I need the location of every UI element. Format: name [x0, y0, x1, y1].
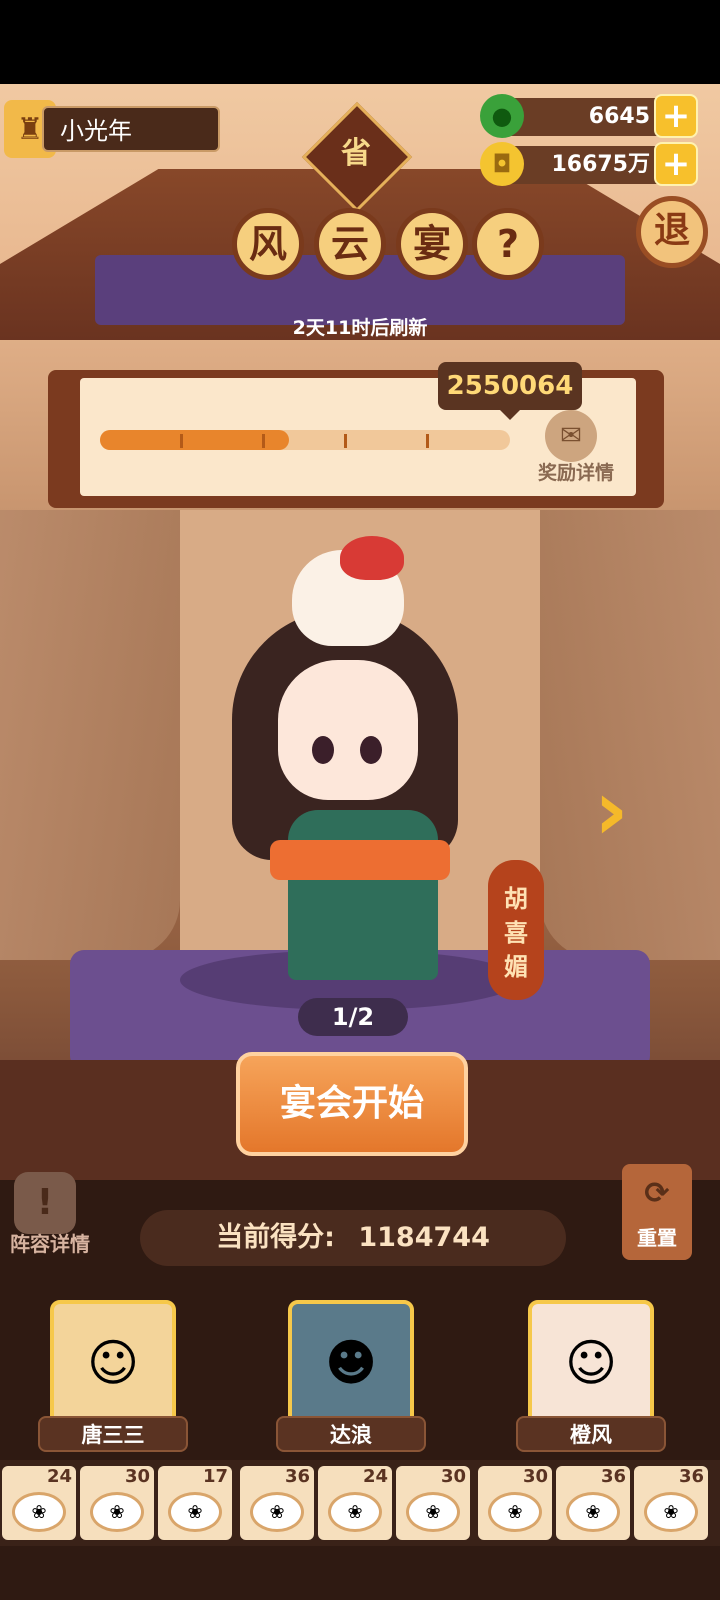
dish-count: 30	[522, 1466, 548, 1487]
current-score: 当前得分: 1184744	[140, 1210, 566, 1266]
refresh-icon[interactable]: ⟳	[622, 1176, 692, 1216]
dish-item[interactable]: 36 ❀	[634, 1466, 708, 1540]
dish-count: 30	[440, 1466, 466, 1487]
dish-icon: ❀	[250, 1492, 304, 1532]
progress-tick	[180, 434, 183, 448]
dish-icon: ❀	[12, 1492, 66, 1532]
character-name-tag: 胡 喜 媚	[488, 860, 544, 1000]
jade-icon: ●	[480, 94, 524, 138]
dish-count: 36	[284, 1466, 310, 1487]
progress-tick	[262, 434, 265, 448]
dish-icon: ❀	[90, 1492, 144, 1532]
dish-count: 24	[46, 1466, 72, 1487]
portrait-icon[interactable]: ☺	[528, 1300, 654, 1426]
portrait-icon[interactable]: ☻	[288, 1300, 414, 1426]
alert-icon[interactable]: !	[14, 1172, 76, 1234]
character-eye	[312, 736, 334, 764]
dish-item[interactable]: 30 ❀	[80, 1466, 154, 1540]
title-char-1: 风	[232, 208, 304, 280]
dish-count: 36	[600, 1466, 626, 1487]
dish-count: 36	[678, 1466, 704, 1487]
progress-tick	[344, 434, 347, 448]
dish-icon: ❀	[406, 1492, 460, 1532]
character-face	[278, 660, 418, 800]
dish-item[interactable]: 17 ❀	[158, 1466, 232, 1540]
score-label: 当前得分:	[216, 1222, 335, 1253]
team-member-name: 橙风	[516, 1416, 666, 1452]
character-robe	[288, 810, 438, 980]
character-name-char: 喜	[504, 919, 528, 947]
dish-icon: ❀	[566, 1492, 620, 1532]
dish-count: 30	[124, 1466, 150, 1487]
chicken-comb	[340, 536, 404, 580]
refresh-timer: 2天11时后刷新	[292, 317, 428, 339]
portrait-icon[interactable]: ☺	[50, 1300, 176, 1426]
status-bar	[0, 0, 720, 84]
dish-item[interactable]: 30 ❀	[396, 1466, 470, 1540]
character-sash	[270, 840, 450, 880]
gift-icon[interactable]: ✉	[545, 410, 597, 462]
curtain-right	[540, 510, 720, 960]
reward-details-button[interactable]: 奖励详情	[526, 458, 626, 484]
dish-icon: ❀	[328, 1492, 382, 1532]
jade-amount: 6645	[504, 98, 664, 136]
add-gold-button[interactable]: +	[654, 142, 698, 186]
exit-button[interactable]: 退	[636, 196, 708, 268]
team-member-card[interactable]: ☺ 橙风	[516, 1300, 666, 1456]
target-pointer	[498, 408, 522, 420]
jade-currency: 6645 ● +	[480, 94, 700, 140]
team-member-card[interactable]: ☺ 唐三三	[38, 1300, 188, 1456]
add-jade-button[interactable]: +	[654, 94, 698, 138]
dish-icon: ❀	[488, 1492, 542, 1532]
character-name-char: 胡	[504, 885, 528, 913]
page-indicator: 1/2	[298, 998, 408, 1036]
reward-progress-fill	[100, 430, 289, 450]
chevron-right-icon[interactable]: ›	[594, 768, 654, 852]
dish-icon: ❀	[644, 1492, 698, 1532]
gold-currency: 16675万 ◘ +	[480, 142, 700, 188]
team-member-name: 唐三三	[38, 1416, 188, 1452]
character-eye	[360, 736, 382, 764]
help-button[interactable]: ?	[472, 208, 544, 280]
dish-icon: ❀	[168, 1492, 222, 1532]
title-char-2: 云	[314, 208, 386, 280]
reset-label[interactable]: 重置	[622, 1222, 692, 1250]
dish-item[interactable]: 30 ❀	[478, 1466, 552, 1540]
progress-tick	[426, 434, 429, 448]
start-banquet-button[interactable]: 宴会开始	[236, 1052, 468, 1156]
gold-amount: 16675万	[504, 146, 664, 184]
dish-item[interactable]: 24 ❀	[2, 1466, 76, 1540]
coin-icon: ◘	[480, 142, 524, 186]
curtain-left	[0, 510, 180, 960]
dish-count: 17	[202, 1466, 228, 1487]
player-name: 小光年	[42, 106, 220, 152]
lineup-details-button[interactable]: 阵容详情	[0, 1228, 100, 1256]
score-value: 1184744	[358, 1222, 490, 1253]
dish-item[interactable]: 36 ❀	[240, 1466, 314, 1540]
team-member-name: 达浪	[276, 1416, 426, 1452]
player-info[interactable]: ♜ 小光年	[4, 100, 222, 158]
dish-count: 24	[362, 1466, 388, 1487]
dish-item[interactable]: 24 ❀	[318, 1466, 392, 1540]
character-name-char: 媚	[504, 953, 528, 981]
title-char-3: 宴	[396, 208, 468, 280]
target-score: 2550064	[438, 362, 582, 410]
team-member-card[interactable]: ☻ 达浪	[276, 1300, 426, 1456]
province-badge[interactable]: 省	[318, 128, 394, 178]
dish-item[interactable]: 36 ❀	[556, 1466, 630, 1540]
